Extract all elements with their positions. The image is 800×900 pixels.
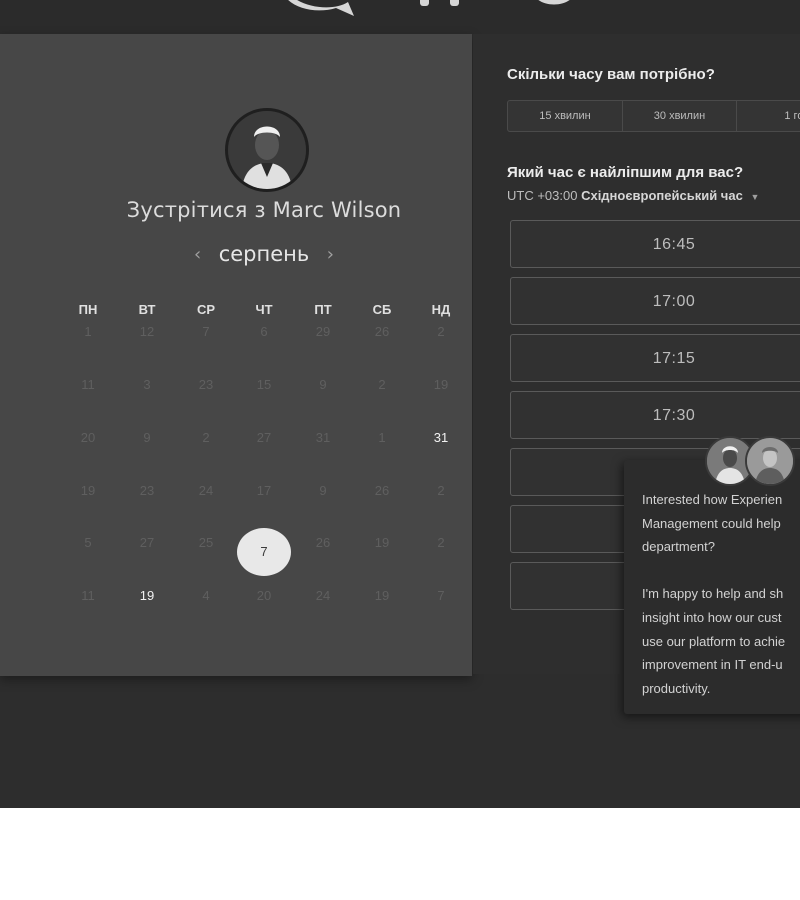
calendar-day: 24 (198, 483, 214, 498)
chevron-right-icon[interactable]: › (327, 244, 334, 265)
timezone-offset: UTC +03:00 (507, 188, 578, 203)
duration-selector: 15 хвилин 30 хвилин 1 год (507, 100, 800, 132)
calendar-day: 9 (319, 377, 327, 392)
calendar-day: 1 (84, 324, 92, 339)
calendar-day: 29 (315, 324, 331, 339)
time-slot[interactable]: 16:45 (510, 220, 800, 268)
calendar-day[interactable]: 31 (421, 430, 461, 450)
duration-option-30[interactable]: 30 хвилин (623, 101, 737, 131)
agent-avatar (745, 436, 795, 486)
time-slot[interactable]: 17:15 (510, 334, 800, 382)
weekday-label: СР (196, 302, 216, 317)
time-slot[interactable]: 17:00 (510, 277, 800, 325)
duration-option-60[interactable]: 1 год (737, 101, 800, 131)
calendar-day: 17 (256, 483, 272, 498)
chat-message: Interested how Experien Management could… (642, 488, 800, 700)
calendar-day: 6 (260, 324, 268, 339)
chat-line: Management could help (642, 515, 781, 531)
chevron-left-icon[interactable]: ‹ (194, 244, 201, 265)
month-navigator: ‹ серпень › (178, 242, 350, 270)
calendar-day: 2 (378, 377, 386, 392)
calendar-day: 26 (315, 535, 331, 550)
calendar-day: 4 (202, 588, 210, 603)
calendar-day: 11 (81, 377, 95, 392)
brand-logo (288, 0, 570, 16)
weekday-label: НД (431, 302, 451, 317)
calendar-day: 26 (374, 324, 390, 339)
scheduling-page: Зустрітися з Marc Wilson ‹ серпень › ПН В… (0, 0, 800, 900)
calendar-day: 5 (84, 535, 92, 550)
caret-down-icon: ▼ (750, 192, 760, 202)
calendar-day: 2 (437, 483, 445, 498)
weekday-label: ЧТ (255, 302, 273, 317)
weekday-label: СБ (372, 302, 392, 317)
calendar-day: 19 (374, 588, 390, 603)
calendar-day: 19 (80, 483, 96, 498)
weekday-label: ВТ (138, 302, 156, 317)
time-slot[interactable]: 17:30 (510, 391, 800, 439)
timezone-name: Східноєвропейський час (581, 188, 743, 203)
calendar-day[interactable]: 19 (127, 588, 167, 608)
calendar-day: 25 (198, 535, 214, 550)
calendar-day: 19 (433, 377, 449, 392)
chat-agent-avatars[interactable] (705, 436, 799, 486)
chat-paragraph-2: I'm happy to help and sh insight into ho… (642, 582, 800, 700)
month-label: серпень (218, 242, 310, 266)
calendar-day: 24 (315, 588, 331, 603)
calendar-day: 7 (202, 324, 210, 339)
chat-line: insight into how our cust (642, 609, 782, 625)
selected-day[interactable]: 7 (237, 528, 291, 576)
time-heading: Який час є найліпшим для вас? (507, 164, 744, 181)
calendar-day: 27 (256, 430, 272, 445)
calendar-day: 23 (139, 483, 155, 498)
duration-option-15[interactable]: 15 хвилин (508, 101, 623, 131)
calendar-day: 27 (139, 535, 155, 550)
calendar-day: 20 (80, 430, 96, 445)
chat-line: Interested how Experien (642, 492, 783, 507)
weekday-label: ПТ (314, 302, 332, 317)
calendar-day: 12 (139, 324, 155, 339)
calendar-day: 2 (437, 324, 445, 339)
calendar-day: 2 (202, 430, 210, 445)
chat-popup[interactable]: Interested how Experien Management could… (624, 460, 800, 714)
calendar-day: 31 (315, 430, 331, 445)
chat-line: use our platform to achie (642, 633, 786, 649)
calendar-day: 11 (81, 588, 95, 603)
timezone-selector[interactable]: UTC +03:00 Східноєвропейський час ▼ (507, 188, 759, 203)
chat-line: department? (642, 539, 715, 555)
calendar-day: 3 (143, 377, 151, 392)
calendar-day: 26 (374, 483, 390, 498)
duration-heading: Скільки часу вам потрібно? (507, 66, 715, 83)
calendar-day: 7 (437, 588, 445, 603)
calendar-day: 15 (256, 377, 272, 392)
chat-paragraph-1: Interested how Experien Management could… (642, 488, 800, 559)
calendar-day: 23 (198, 377, 214, 392)
calendar-day: 19 (374, 535, 390, 550)
chat-line: I'm happy to help and sh (642, 586, 784, 602)
calendar-day: 2 (437, 535, 445, 550)
header-bar (0, 0, 800, 34)
calendar-day: 1 (378, 430, 386, 445)
chat-line: improvement in IT end-u (642, 657, 783, 673)
calendar-day: 9 (319, 483, 327, 498)
calendar-day: 9 (143, 430, 151, 445)
host-title: Зустрітися з Marc Wilson (126, 198, 402, 222)
calendar-day: 20 (256, 588, 272, 603)
host-avatar (225, 108, 309, 192)
agent-portrait-icon (747, 438, 793, 484)
host-portrait-icon (228, 111, 306, 189)
weekday-label: ПН (78, 302, 98, 317)
chat-line: productivity. (642, 680, 711, 696)
